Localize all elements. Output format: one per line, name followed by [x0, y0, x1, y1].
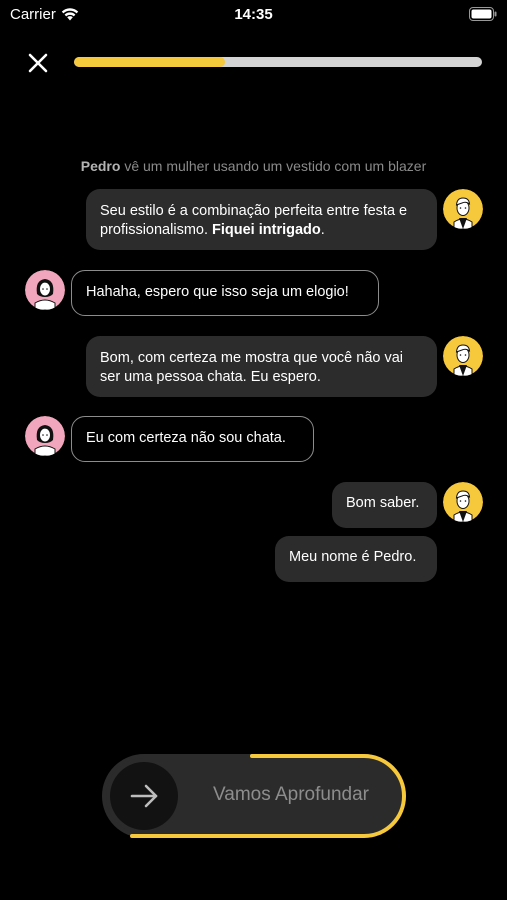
avatar-her — [25, 416, 65, 456]
swipe-handle[interactable] — [110, 762, 178, 830]
woman-avatar-icon — [25, 416, 65, 456]
close-icon[interactable] — [24, 49, 52, 77]
narration-body: vê um mulher usando um vestido com um bl… — [120, 158, 427, 174]
progress-fill — [74, 57, 225, 67]
woman-avatar-icon — [25, 270, 65, 310]
avatar-him — [443, 482, 483, 522]
message-bubble: Seu estilo é a combinação perfeita entre… — [86, 189, 437, 250]
avatar-him — [443, 336, 483, 376]
message-bubble: Eu com certeza não sou chata. — [71, 416, 314, 462]
man-avatar-icon — [443, 336, 483, 376]
man-avatar-icon — [443, 189, 483, 229]
message-bubble: Bom, com certeza me mostra que você não … — [86, 336, 437, 397]
status-bar: Carrier 14:35 — [0, 0, 507, 30]
narration-name: Pedro — [80, 158, 121, 174]
man-avatar-icon — [443, 482, 483, 522]
clock: 14:35 — [234, 6, 273, 23]
message-bubble: Bom saber. — [332, 482, 437, 528]
avatar-her — [25, 270, 65, 310]
battery-icon — [469, 7, 497, 21]
avatar-him — [443, 189, 483, 229]
message-bubble: Meu nome é Pedro. — [275, 536, 437, 582]
narration-text: Pedro vê um mulher usando um vestido com… — [0, 158, 507, 174]
swipe-label: Vamos Aprofundar — [213, 784, 369, 805]
progress-bar — [74, 57, 482, 67]
arrow-right-icon — [130, 784, 158, 808]
message-bubble: Hahaha, espero que isso seja um elogio! — [71, 270, 379, 316]
